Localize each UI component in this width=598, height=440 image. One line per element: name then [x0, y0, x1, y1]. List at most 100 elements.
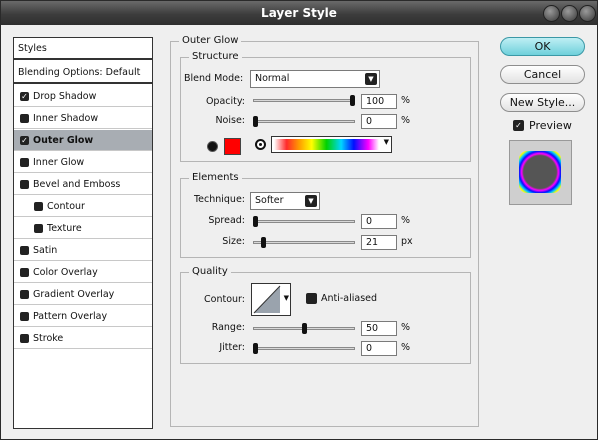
style-preview-thumbnail: [509, 140, 572, 205]
cancel-button[interactable]: Cancel: [500, 65, 585, 84]
glow-gradient-picker[interactable]: ▼: [271, 136, 392, 153]
style-item[interactable]: Satin: [14, 240, 152, 261]
layer-style-dialog: Layer Style Styles Blending Options: Def…: [0, 0, 598, 440]
checkbox-icon[interactable]: [20, 246, 29, 255]
preview-checkbox[interactable]: ✓: [513, 120, 524, 131]
opacity-unit: %: [401, 95, 411, 106]
gradient-preview: [274, 139, 379, 150]
chevron-down-icon: ▼: [305, 195, 317, 207]
chevron-down-icon: ▼: [283, 294, 289, 302]
opacity-slider-track[interactable]: [253, 99, 355, 102]
style-item[interactable]: Color Overlay: [14, 262, 152, 283]
style-item-label: Pattern Overlay: [33, 311, 108, 322]
blend-mode-dropdown[interactable]: Normal ▼: [250, 70, 380, 88]
spread-slider-thumb[interactable]: [253, 216, 258, 227]
elements-title: Elements: [189, 172, 242, 183]
style-item-label: Texture: [47, 223, 82, 234]
range-unit: %: [401, 322, 411, 333]
style-item-label: Inner Shadow: [33, 113, 99, 124]
blend-mode-label: Blend Mode:: [184, 73, 244, 84]
ok-button[interactable]: OK: [500, 37, 585, 56]
jitter-unit: %: [401, 342, 411, 353]
opacity-slider-thumb[interactable]: [350, 95, 355, 106]
opacity-label: Opacity:: [205, 96, 245, 107]
technique-label: Technique:: [193, 194, 245, 205]
spread-input[interactable]: 0: [361, 214, 397, 229]
anti-aliased-label: Anti-aliased: [321, 293, 378, 304]
spread-label: Spread:: [208, 215, 245, 226]
checkbox-icon[interactable]: [34, 202, 43, 211]
noise-label: Noise:: [215, 115, 245, 126]
blending-options-item[interactable]: Blending Options: Default: [14, 62, 152, 84]
style-item-label: Satin: [33, 245, 58, 256]
close-icon[interactable]: [579, 5, 596, 22]
contour-label: Contour:: [204, 294, 245, 305]
opacity-input[interactable]: 100: [361, 94, 397, 109]
style-item[interactable]: Pattern Overlay: [14, 306, 152, 327]
style-item[interactable]: ✓ Outer Glow: [14, 130, 152, 151]
outer-glow-title: Outer Glow: [179, 35, 242, 46]
checkbox-icon[interactable]: [20, 114, 29, 123]
size-unit: px: [401, 236, 413, 247]
technique-dropdown[interactable]: Softer ▼: [250, 192, 320, 210]
gradient-radio[interactable]: [255, 139, 266, 150]
size-label: Size:: [222, 236, 245, 247]
style-item[interactable]: Inner Glow: [14, 152, 152, 173]
contour-curve-icon: [253, 285, 281, 314]
checkbox-icon[interactable]: [20, 312, 29, 321]
glow-color-swatch[interactable]: [224, 138, 241, 155]
chevron-down-icon: ▼: [365, 73, 377, 85]
size-slider-track[interactable]: [253, 241, 355, 244]
jitter-slider-track[interactable]: [253, 347, 355, 350]
range-slider-thumb[interactable]: [301, 323, 307, 334]
checkbox-checked-icon[interactable]: ✓: [20, 136, 29, 145]
checkbox-icon[interactable]: [20, 290, 29, 299]
styles-list: Styles Blending Options: Default ✓ Drop S…: [13, 37, 153, 429]
noise-input[interactable]: 0: [361, 114, 397, 129]
style-item[interactable]: Bevel and Emboss: [14, 174, 152, 195]
minimize-icon[interactable]: [543, 5, 560, 22]
size-slider-thumb[interactable]: [261, 237, 267, 248]
window-title: Layer Style: [261, 6, 337, 20]
new-style-button[interactable]: New Style...: [500, 93, 585, 112]
solid-color-radio[interactable]: [207, 141, 218, 152]
style-item-label: Inner Glow: [33, 157, 85, 168]
spread-slider-track[interactable]: [253, 220, 355, 223]
contour-picker[interactable]: ▼: [251, 283, 291, 316]
checkbox-icon[interactable]: [20, 334, 29, 343]
title-bar: Layer Style: [1, 1, 597, 25]
preview-label: Preview: [529, 119, 572, 132]
style-item[interactable]: Gradient Overlay: [14, 284, 152, 305]
chevron-down-icon: ▼: [383, 138, 389, 146]
checkbox-checked-icon[interactable]: ✓: [20, 92, 29, 101]
style-item[interactable]: Inner Shadow: [14, 108, 152, 129]
style-item[interactable]: ✓ Drop Shadow: [14, 86, 152, 107]
style-item-label: Gradient Overlay: [33, 289, 115, 300]
noise-unit: %: [401, 115, 411, 126]
style-item-label: Color Overlay: [33, 267, 98, 278]
anti-aliased-checkbox[interactable]: [306, 293, 317, 304]
checkbox-icon[interactable]: [20, 158, 29, 167]
quality-title: Quality: [189, 266, 231, 277]
noise-slider-track[interactable]: [253, 120, 355, 123]
styles-header[interactable]: Styles: [14, 38, 152, 60]
checkbox-icon[interactable]: [20, 180, 29, 189]
range-label: Range:: [211, 322, 245, 333]
style-item-label: Stroke: [33, 333, 64, 344]
jitter-slider-thumb[interactable]: [253, 343, 258, 354]
range-input[interactable]: 50: [361, 321, 397, 336]
checkbox-icon[interactable]: [20, 268, 29, 277]
style-item-label: Bevel and Emboss: [33, 179, 121, 190]
jitter-input[interactable]: 0: [361, 341, 397, 356]
style-item-label: Contour: [47, 201, 85, 212]
size-input[interactable]: 21: [361, 235, 397, 250]
style-item-label: Outer Glow: [33, 135, 94, 146]
checkbox-icon[interactable]: [34, 224, 43, 233]
style-item[interactable]: Stroke: [14, 328, 152, 349]
style-item[interactable]: Texture: [14, 218, 152, 239]
maximize-icon[interactable]: [561, 5, 578, 22]
style-item-label: Drop Shadow: [33, 91, 97, 102]
noise-slider-thumb[interactable]: [253, 116, 258, 127]
style-item[interactable]: Contour: [14, 196, 152, 217]
structure-title: Structure: [189, 51, 242, 62]
